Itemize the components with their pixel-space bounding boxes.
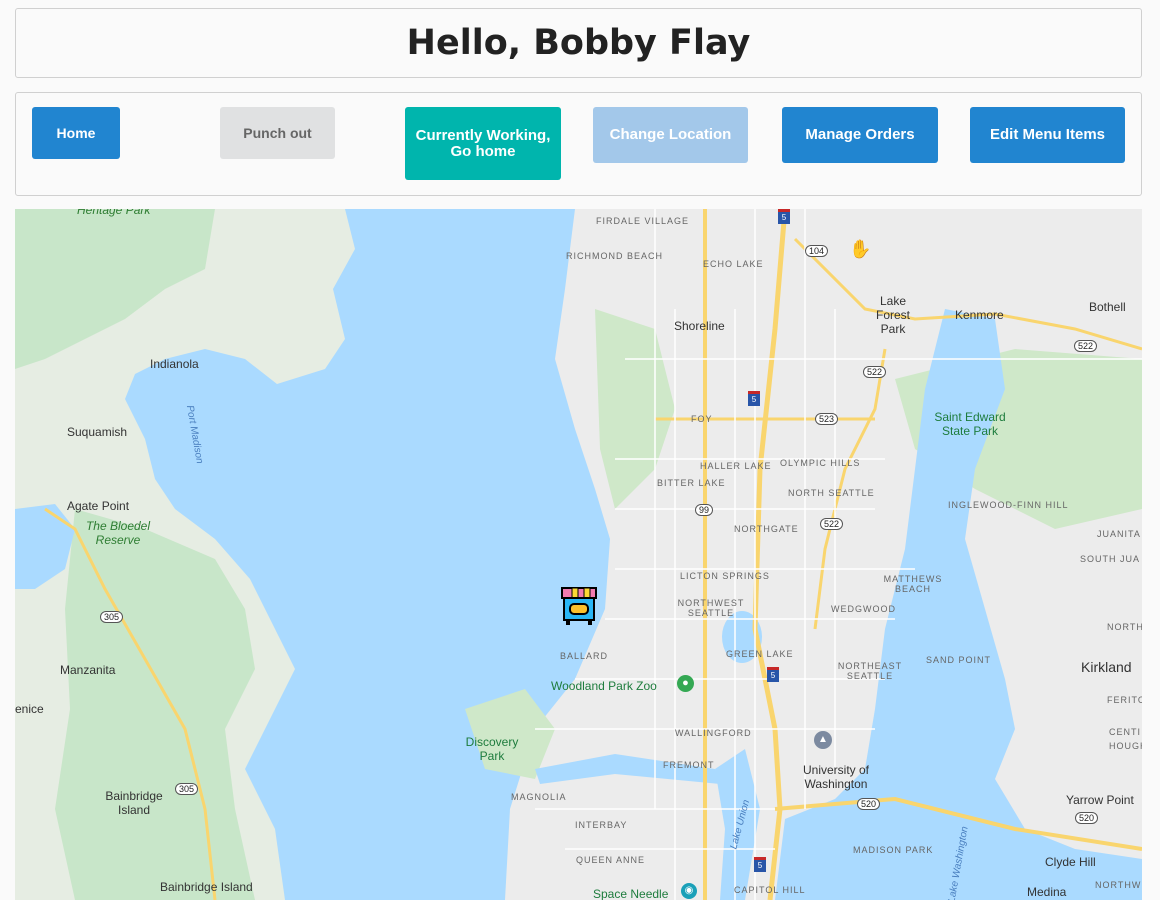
interstate-shield: 5 xyxy=(778,209,790,224)
park-label: The Bloedel Reserve xyxy=(85,519,151,547)
park-label: Woodland Park Zoo xyxy=(551,679,657,693)
city-label: enice xyxy=(15,702,44,716)
map-view[interactable]: Heritage Park FIRDALE VILLAGE RICHMOND B… xyxy=(15,209,1142,900)
highway-shield: 104 xyxy=(805,245,829,257)
neighborhood-label: JUANITA xyxy=(1097,529,1141,539)
manage-orders-button[interactable]: Manage Orders xyxy=(782,107,938,163)
neighborhood-label: HALLER LAKE xyxy=(700,461,772,471)
park-label: University of Washington xyxy=(802,763,870,791)
neighborhood-label: FERITO xyxy=(1107,695,1142,705)
neighborhood-label: QUEEN ANNE xyxy=(576,855,646,865)
neighborhood-label: CAPITOL HILL xyxy=(734,885,806,895)
neighborhood-label: CENTI xyxy=(1109,727,1141,737)
university-icon[interactable]: ▲ xyxy=(814,731,832,749)
highway-shield: 522 xyxy=(863,366,887,378)
neighborhood-label: WEDGWOOD xyxy=(831,604,896,614)
neighborhood-label: MADISON PARK xyxy=(853,845,934,855)
neighborhood-label: NORTHWE xyxy=(1095,880,1142,890)
city-label: Bainbridge Island xyxy=(160,880,253,894)
interstate-shield: 5 xyxy=(767,667,779,682)
neighborhood-label: GREEN LAKE xyxy=(726,649,794,659)
neighborhood-label: NORTHWEST SEATTLE xyxy=(677,598,745,618)
neighborhood-label: HOUGH xyxy=(1109,741,1142,751)
nav-bar: Home Punch out Currently Working, Go hom… xyxy=(15,92,1142,196)
city-label: Bothell xyxy=(1089,300,1126,314)
neighborhood-label: SOUTH JUA xyxy=(1080,554,1141,564)
neighborhood-label: INGLEWOOD-FINN HILL xyxy=(948,500,1069,510)
neighborhood-label: WALLINGFORD xyxy=(675,728,752,738)
highway-shield: 305 xyxy=(100,611,124,623)
neighborhood-label: LICTON SPRINGS xyxy=(680,571,770,581)
city-label: Medina xyxy=(1027,885,1067,899)
highway-shield: 99 xyxy=(695,504,714,516)
park-label: Heritage Park xyxy=(77,209,151,217)
neighborhood-label: FIRDALE VILLAGE xyxy=(596,216,690,226)
change-location-button[interactable]: Change Location xyxy=(593,107,748,163)
neighborhood-label: ECHO LAKE xyxy=(703,259,764,269)
neighborhood-label: INTERBAY xyxy=(575,820,628,830)
highway-shield: 520 xyxy=(857,798,881,810)
city-label: Manzanita xyxy=(60,663,116,677)
neighborhood-label: NORTHW xyxy=(1107,622,1142,632)
neighborhood-label: MATTHEWS BEACH xyxy=(883,574,943,594)
park-label: Discovery Park xyxy=(465,735,519,763)
city-label: Agate Point xyxy=(67,499,130,513)
neighborhood-label: FREMONT xyxy=(663,760,715,770)
neighborhood-label: NORTHGATE xyxy=(734,524,799,534)
neighborhood-label: SAND POINT xyxy=(926,655,992,665)
neighborhood-label: OLYMPIC HILLS xyxy=(780,458,861,468)
neighborhood-label: MAGNOLIA xyxy=(511,792,567,802)
neighborhood-label: NORTH SEATTLE xyxy=(788,488,875,498)
home-button[interactable]: Home xyxy=(32,107,120,159)
greeting-title: Hello, Bobby Flay xyxy=(406,23,751,63)
highway-shield: 520 xyxy=(1075,812,1099,824)
highway-shield: 522 xyxy=(1074,340,1098,352)
highway-shield: 305 xyxy=(175,783,199,795)
city-label: Kenmore xyxy=(955,308,1004,322)
neighborhood-label: NORTHEAST SEATTLE xyxy=(837,661,903,681)
edit-menu-items-button[interactable]: Edit Menu Items xyxy=(970,107,1125,163)
camera-icon[interactable]: ◉ xyxy=(681,883,697,899)
interstate-shield: 5 xyxy=(748,391,760,406)
park-label: Saint Edward State Park xyxy=(934,410,1006,438)
city-label: Shoreline xyxy=(674,319,725,333)
hand-cursor-icon: ✋ xyxy=(849,239,872,259)
zoo-paw-icon[interactable]: ● xyxy=(677,675,694,692)
park-label: Space Needle xyxy=(593,887,669,900)
neighborhood-label: BITTER LAKE xyxy=(657,478,726,488)
city-label: Indianola xyxy=(150,357,199,371)
city-label: Clyde Hill xyxy=(1045,855,1096,869)
city-label: Yarrow Point xyxy=(1066,793,1134,807)
header-banner: Hello, Bobby Flay xyxy=(15,8,1142,78)
neighborhood-label: RICHMOND BEACH xyxy=(566,251,664,261)
interstate-shield: 5 xyxy=(754,857,766,872)
highway-shield: 523 xyxy=(815,413,839,425)
city-label: Lake Forest Park xyxy=(875,294,910,336)
city-label: Bainbridge Island xyxy=(105,789,163,817)
highway-shield: 522 xyxy=(820,518,844,530)
food-truck-marker-icon[interactable] xyxy=(560,586,598,626)
city-label: Kirkland xyxy=(1081,659,1132,675)
neighborhood-label: FOY xyxy=(691,414,713,424)
neighborhood-label: BALLARD xyxy=(560,651,609,661)
punch-out-button[interactable]: Punch out xyxy=(220,107,335,159)
city-label: Suquamish xyxy=(67,425,128,439)
currently-working-button[interactable]: Currently Working, Go home xyxy=(405,107,561,180)
